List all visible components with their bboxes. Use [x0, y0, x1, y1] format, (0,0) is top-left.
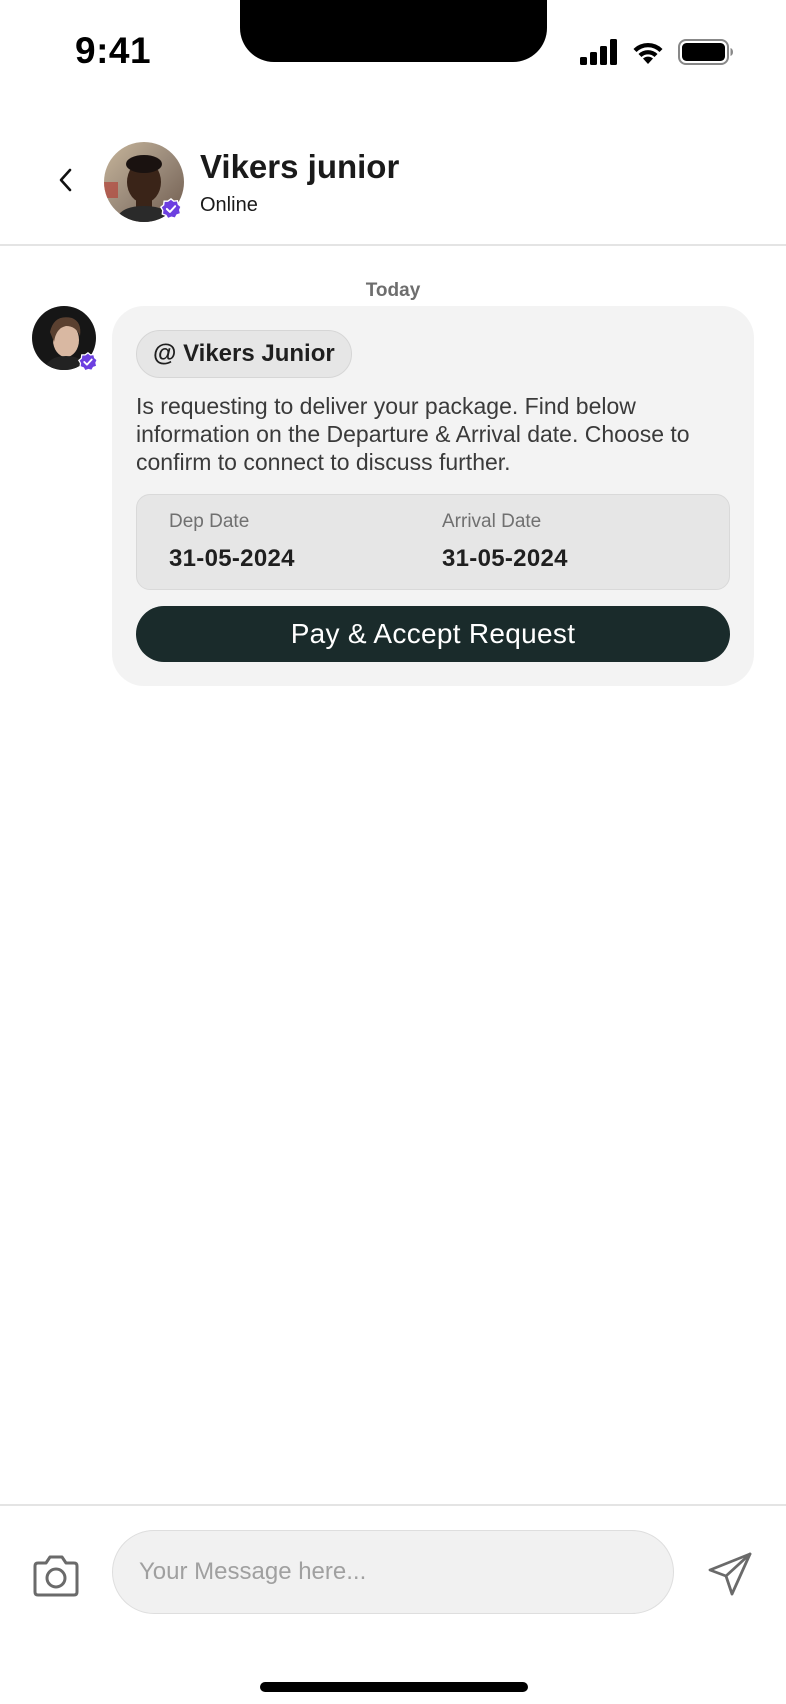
status-icons: [580, 38, 734, 66]
dates-card: Dep Date 31-05-2024 Arrival Date 31-05-2…: [136, 494, 730, 590]
departure-date-label: Dep Date: [169, 511, 250, 532]
sender-avatar[interactable]: [32, 306, 98, 372]
message-bubble: @ Vikers Junior Is requesting to deliver…: [112, 306, 754, 686]
signal-icon: [580, 39, 617, 65]
device-notch: [240, 0, 547, 62]
back-button[interactable]: [46, 160, 86, 200]
status-time: 9:41: [75, 30, 152, 71]
mention-chip[interactable]: @ Vikers Junior: [136, 330, 352, 378]
verified-badge-icon: [78, 352, 98, 372]
arrival-date: Arrival Date 31-05-2024: [442, 511, 568, 573]
battery-icon: [678, 39, 733, 65]
contact-avatar[interactable]: [104, 142, 184, 222]
message-text: Is requesting to deliver your package. F…: [136, 393, 690, 475]
send-icon: [708, 1552, 752, 1596]
pay-accept-button[interactable]: Pay & Accept Request: [136, 606, 730, 662]
chat-header: Vikers junior Online: [0, 130, 786, 246]
camera-button[interactable]: [30, 1550, 82, 1602]
departure-date: Dep Date 31-05-2024: [169, 511, 295, 573]
verified-badge-icon: [160, 198, 182, 220]
send-button[interactable]: [704, 1548, 756, 1600]
back-chevron-icon: [59, 168, 72, 192]
contact-status: Online: [200, 194, 258, 216]
message-composer: [0, 1504, 786, 1704]
arrival-date-label: Arrival Date: [442, 511, 542, 532]
departure-date-value: 31-05-2024: [169, 545, 295, 572]
date-divider: Today: [365, 280, 421, 301]
message-input[interactable]: [112, 1530, 674, 1614]
status-bar: 9:41: [0, 0, 786, 100]
contact-name: Vikers junior: [200, 148, 400, 185]
arrival-date-value: 31-05-2024: [442, 545, 568, 572]
camera-icon: [33, 1555, 79, 1597]
wifi-icon: [633, 42, 663, 64]
home-indicator: [260, 1682, 528, 1692]
